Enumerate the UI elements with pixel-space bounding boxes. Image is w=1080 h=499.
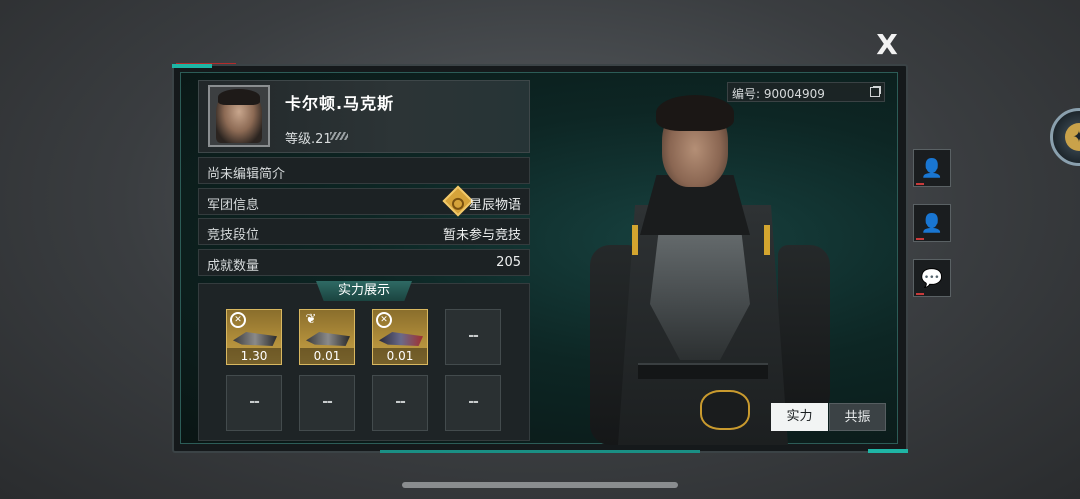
ship-icon xyxy=(306,332,350,346)
showcase-slot[interactable]: ✕ 0.01 xyxy=(372,309,428,365)
view-tabs: 实力 共振 xyxy=(771,403,886,431)
leaf-icon: ❦ xyxy=(305,312,317,327)
achievement-value: 205 xyxy=(496,255,521,270)
home-indicator[interactable] xyxy=(402,482,678,488)
jacket-stripe xyxy=(632,225,638,255)
target-icon: ✕ xyxy=(230,312,246,328)
slot-value: 1.30 xyxy=(227,348,281,364)
arena-rank-label: 竞技段位 xyxy=(207,228,260,243)
empty-slot-label: -- xyxy=(249,394,260,410)
showcase-slot-empty[interactable]: -- xyxy=(226,375,282,431)
empty-slot-label: -- xyxy=(468,328,479,344)
slot-value: 0.01 xyxy=(300,348,354,364)
achievement-label: 成就数量 xyxy=(207,259,260,274)
emblem-icon: ✦ xyxy=(1065,123,1080,151)
character-portrait xyxy=(590,95,840,445)
showcase-slot[interactable]: ❦ 0.01 xyxy=(299,309,355,365)
right-edge-badge[interactable]: ✦ xyxy=(1050,108,1080,166)
copy-icon[interactable] xyxy=(870,87,880,97)
character-belt xyxy=(638,363,768,379)
level-stripes-icon xyxy=(330,132,348,140)
showcase-slot-empty[interactable]: -- xyxy=(372,375,428,431)
legion-row[interactable]: 军团信息 星辰物语 xyxy=(198,185,530,217)
character-arm-right xyxy=(778,245,830,415)
add-user-icon: 👤 xyxy=(920,213,944,234)
target-icon: ✕ xyxy=(376,312,392,328)
showcase-title: 实力展示 xyxy=(316,281,412,301)
tab-resonance[interactable]: 共振 xyxy=(829,403,886,431)
character-hair xyxy=(656,95,734,131)
showcase-slot-empty[interactable]: -- xyxy=(445,375,501,431)
showcase-slot-empty[interactable]: -- xyxy=(445,309,501,365)
ship-icon xyxy=(233,332,277,346)
slot-value: 0.01 xyxy=(373,348,427,364)
chat-button[interactable]: 💬 xyxy=(913,259,951,297)
panel-bottom-glow xyxy=(380,450,700,453)
avatar-hair xyxy=(218,89,260,105)
avatar[interactable] xyxy=(208,85,270,147)
showcase-slot-empty[interactable]: -- xyxy=(299,375,355,431)
bio-text: 尚未编辑简介 xyxy=(207,167,286,182)
player-name: 卡尔顿.马克斯 xyxy=(285,94,395,113)
arena-rank-value: 暂未参与竞技 xyxy=(442,228,521,243)
block-user-button[interactable]: 👤 xyxy=(913,149,951,187)
player-level: 等级.21 xyxy=(285,132,332,147)
tab-strength[interactable]: 实力 xyxy=(771,403,828,431)
add-friend-button[interactable]: 👤 xyxy=(913,204,951,242)
chat-icon: 💬 xyxy=(920,268,944,289)
empty-slot-label: -- xyxy=(395,394,406,410)
arena-rank-row: 竞技段位 暂未参与竞技 xyxy=(198,218,530,245)
jacket-stripe xyxy=(764,225,770,255)
block-user-icon: 👤 xyxy=(920,158,944,179)
empty-slot-label: -- xyxy=(468,394,479,410)
close-button[interactable]: X xyxy=(874,31,900,59)
character-glove xyxy=(700,390,750,430)
empty-slot-label: -- xyxy=(322,394,333,410)
legion-value: 星辰物语 xyxy=(468,198,521,213)
achievement-row[interactable]: 成就数量 205 xyxy=(198,249,530,276)
ship-icon xyxy=(379,332,423,346)
showcase-slot[interactable]: ✕ 1.30 xyxy=(226,309,282,365)
legion-label: 军团信息 xyxy=(207,198,260,213)
bio-row[interactable]: 尚未编辑简介 xyxy=(198,157,530,184)
